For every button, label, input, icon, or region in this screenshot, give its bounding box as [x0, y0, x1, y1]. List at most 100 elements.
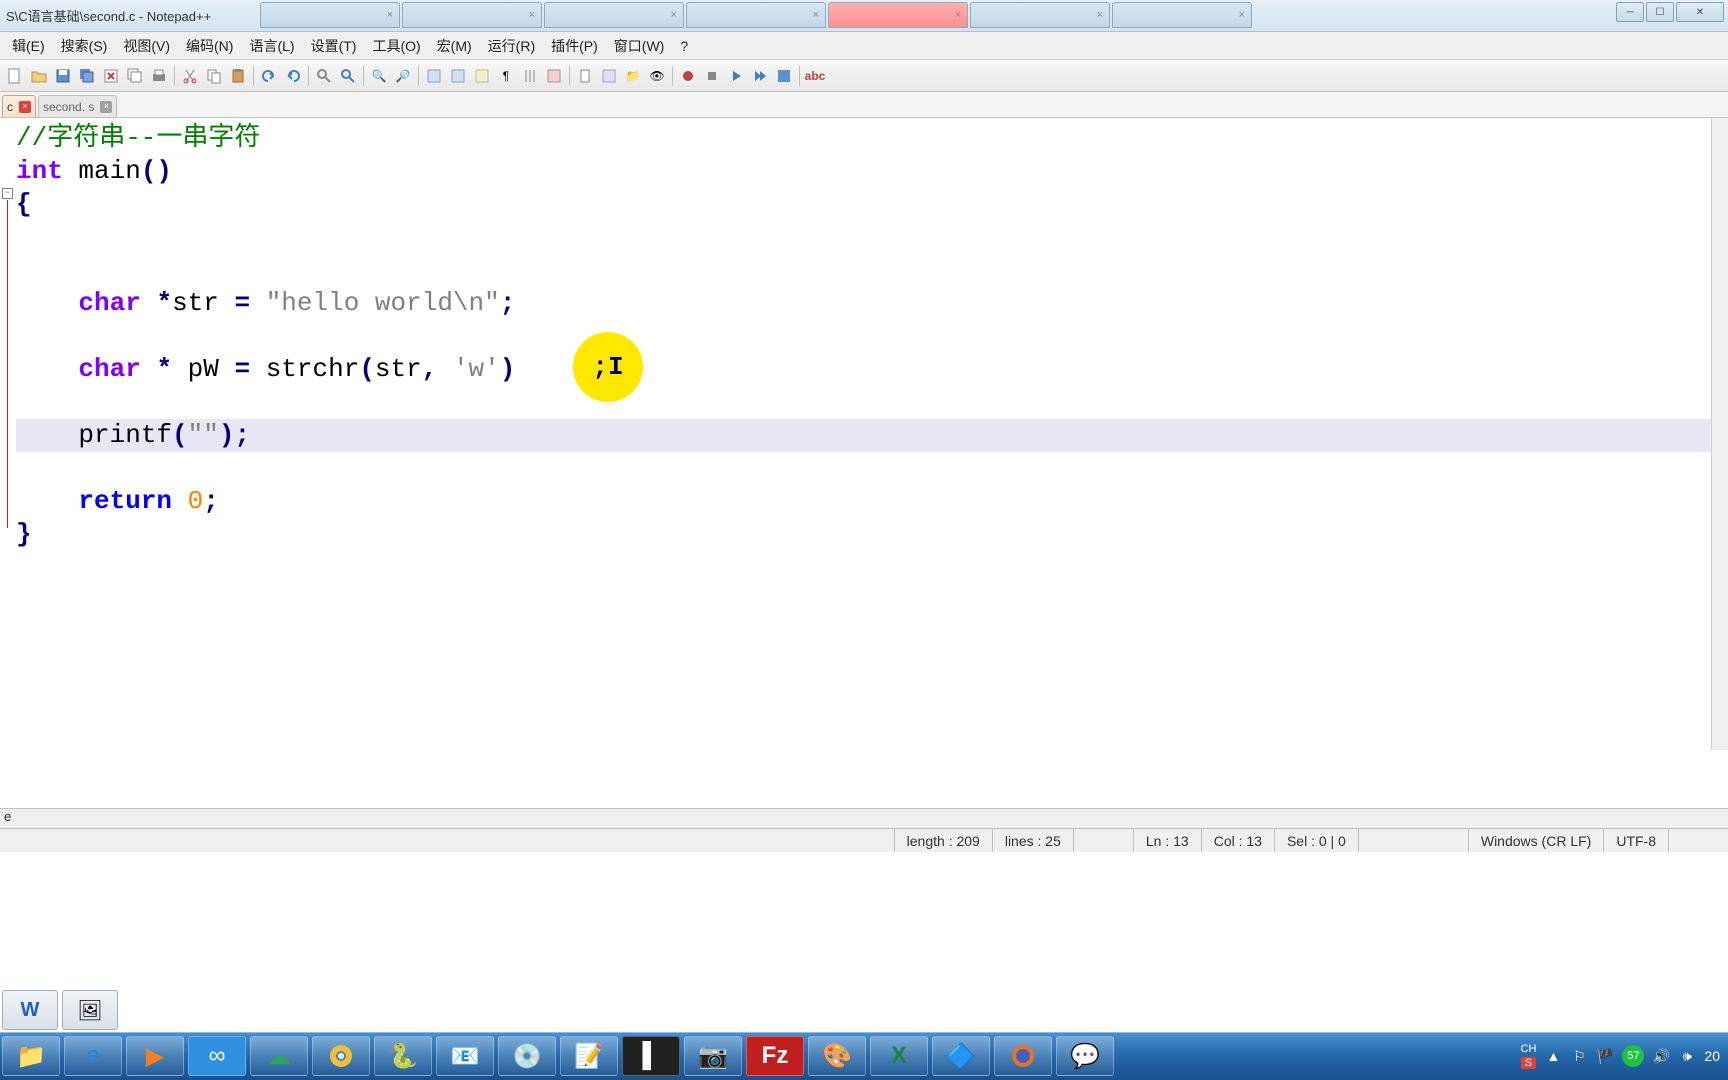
menu-plugins[interactable]: 插件(P) [543, 32, 606, 60]
menu-search[interactable]: 搜索(S) [53, 32, 116, 60]
maximize-button[interactable]: ☐ [1646, 2, 1674, 22]
wordwrap-icon[interactable] [471, 65, 493, 87]
fold-minus-icon[interactable]: − [2, 188, 13, 199]
user-lang-icon[interactable] [543, 65, 565, 87]
close-icon[interactable]: × [387, 9, 393, 21]
print-icon[interactable] [148, 65, 170, 87]
doc-map-icon[interactable] [574, 65, 596, 87]
ime-indicator[interactable]: CH [1521, 1043, 1537, 1055]
menu-window[interactable]: 窗口(W) [606, 32, 673, 60]
close-icon[interactable]: × [529, 9, 535, 21]
menu-run[interactable]: 运行(R) [480, 32, 543, 60]
menu-view[interactable]: 视图(V) [115, 32, 178, 60]
ime-indicator2[interactable]: S [1521, 1057, 1536, 1069]
zoom-in-icon[interactable]: 🔍 [368, 65, 390, 87]
explorer-icon[interactable]: 📁 [2, 1036, 60, 1076]
chevron-up-icon[interactable]: ▲ [1544, 1047, 1562, 1065]
close-icon[interactable]: × [1097, 9, 1103, 21]
zoom-out-icon[interactable]: 🔎 [392, 65, 414, 87]
redo-icon[interactable] [282, 65, 304, 87]
code-editor[interactable]: − //字符串--一串字符 int main() { char *str = "… [0, 118, 1728, 808]
firefox-icon[interactable] [994, 1036, 1052, 1076]
folder-icon[interactable]: 📁 [622, 65, 644, 87]
word-icon[interactable]: W [2, 990, 58, 1030]
app-icon[interactable]: 🔷 [932, 1036, 990, 1076]
close-file-icon[interactable] [100, 65, 122, 87]
play-multi-icon[interactable] [749, 65, 771, 87]
undo-icon[interactable] [258, 65, 280, 87]
media-player-icon[interactable]: ▶ [126, 1036, 184, 1076]
sync-h-icon[interactable] [447, 65, 469, 87]
wechat-icon[interactable]: 💬 [1056, 1036, 1114, 1076]
excel-icon[interactable]: X [870, 1036, 928, 1076]
disc-icon[interactable]: 💿 [498, 1036, 556, 1076]
stop-icon[interactable] [701, 65, 723, 87]
menu-help[interactable]: ? [672, 34, 696, 58]
app-icon[interactable]: 🖼 [62, 990, 118, 1030]
network-icon[interactable]: 🔊 [1652, 1047, 1670, 1065]
notepad-icon[interactable]: 📝 [560, 1036, 618, 1076]
browser-tab[interactable]: × [402, 2, 542, 28]
monitor-icon[interactable]: 👁 [646, 65, 668, 87]
minimize-button[interactable]: ─ [1616, 2, 1644, 22]
menu-encoding[interactable]: 编码(N) [178, 32, 241, 60]
action-center-icon[interactable]: ⚐ [1570, 1047, 1588, 1065]
copy-icon[interactable] [203, 65, 225, 87]
status-lines: lines : 25 [992, 829, 1073, 852]
menu-macro[interactable]: 宏(M) [429, 32, 480, 60]
save-macro-icon[interactable] [773, 65, 795, 87]
vertical-scrollbar[interactable] [1711, 118, 1728, 750]
record-icon[interactable] [677, 65, 699, 87]
filezilla-icon[interactable]: Fz [746, 1036, 804, 1076]
paste-icon[interactable] [227, 65, 249, 87]
close-icon[interactable]: × [100, 101, 112, 113]
ie-icon[interactable]: e [64, 1036, 122, 1076]
menu-edit[interactable]: 辑(E) [4, 32, 53, 60]
browser-tab-active[interactable]: × [828, 2, 968, 28]
flag-icon[interactable]: 🏴 [1596, 1047, 1614, 1065]
close-icon[interactable]: × [671, 9, 677, 21]
save-all-icon[interactable] [76, 65, 98, 87]
baidu-cloud-icon[interactable]: ∞ [188, 1036, 246, 1076]
replace-icon[interactable] [337, 65, 359, 87]
new-file-icon[interactable] [4, 65, 26, 87]
outlook-icon[interactable]: 📧 [436, 1036, 494, 1076]
save-icon[interactable] [52, 65, 74, 87]
close-button[interactable]: ✕ [1676, 2, 1724, 22]
close-all-icon[interactable] [124, 65, 146, 87]
screenshot-icon[interactable]: 📷 [684, 1036, 742, 1076]
python-icon[interactable]: 🐍 [374, 1036, 432, 1076]
menu-tools[interactable]: 工具(O) [364, 32, 428, 60]
browser-tab[interactable]: × [970, 2, 1110, 28]
menu-settings[interactable]: 设置(T) [303, 32, 365, 60]
volume-icon[interactable]: 🕪 [1678, 1047, 1696, 1065]
cut-icon[interactable] [179, 65, 201, 87]
find-icon[interactable] [313, 65, 335, 87]
close-icon[interactable]: × [1239, 9, 1245, 21]
indent-guide-icon[interactable] [519, 65, 541, 87]
open-file-icon[interactable] [28, 65, 50, 87]
function-list-icon[interactable] [598, 65, 620, 87]
file-tab[interactable]: second. s × [38, 95, 117, 117]
browser-tab[interactable]: × [544, 2, 684, 28]
menu-language[interactable]: 语言(L) [241, 32, 302, 60]
app-icon[interactable]: 🎨 [808, 1036, 866, 1076]
close-icon[interactable]: × [955, 9, 961, 21]
file-tab-active[interactable]: c × [2, 95, 36, 117]
cloud-icon[interactable]: ☁ [250, 1036, 308, 1076]
browser-tab[interactable]: × [1112, 2, 1252, 28]
file-tab-name: second. s [43, 100, 94, 114]
menubar: 辑(E) 搜索(S) 视图(V) 编码(N) 语言(L) 设置(T) 工具(O)… [0, 32, 1728, 60]
close-icon[interactable]: × [813, 9, 819, 21]
spellcheck-icon[interactable]: abc [804, 65, 826, 87]
browser-tab[interactable]: × [686, 2, 826, 28]
all-chars-icon[interactable]: ¶ [495, 65, 517, 87]
notification-badge[interactable]: 57 [1622, 1045, 1644, 1067]
terminal-icon[interactable]: ▌ [622, 1036, 680, 1076]
browser-tab[interactable]: × [260, 2, 400, 28]
close-icon[interactable]: × [19, 101, 31, 113]
sync-v-icon[interactable] [423, 65, 445, 87]
play-icon[interactable] [725, 65, 747, 87]
clock[interactable]: 20 [1704, 1048, 1720, 1064]
chrome-icon[interactable] [312, 1036, 370, 1076]
